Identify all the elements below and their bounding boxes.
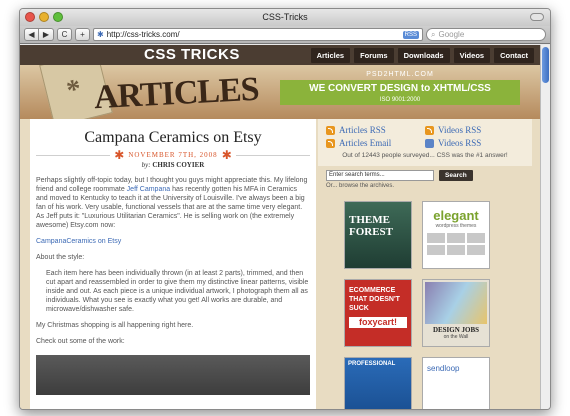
- url-text: http://css-tricks.com/: [106, 30, 180, 39]
- paragraph-intro: Perhaps slightly off-topic today, but I …: [36, 176, 310, 230]
- forward-button[interactable]: ▶: [39, 28, 54, 41]
- banner-title: ARTICLES: [93, 70, 260, 117]
- post-dateline: ✱ NOVEMBER 7TH, 2008 ✱: [36, 148, 310, 162]
- search-icon: ⌕: [431, 29, 436, 39]
- article: Campana Ceramics on Etsy ✱ NOVEMBER 7TH,…: [30, 119, 316, 409]
- window-controls: [25, 12, 63, 22]
- ad-foxycart[interactable]: ECOMMERCE THAT DOESN'T SUCK foxycart!: [344, 279, 412, 347]
- nav-forums[interactable]: Forums: [354, 47, 394, 63]
- etsy-shop-link[interactable]: CampanaCeramics on Etsy: [36, 237, 310, 246]
- sub-label: Articles Email: [339, 138, 392, 148]
- site-logo[interactable]: CSS TRICKS: [144, 46, 240, 63]
- ad-label: ECOMMERCE THAT DOESN'T SUCK: [349, 287, 400, 312]
- ad-design-jobs[interactable]: DESIGN JOBS on the Wall: [422, 279, 490, 347]
- post-date: NOVEMBER 7TH, 2008: [128, 151, 218, 159]
- browse-archives-link[interactable]: Or... browse the archives.: [326, 183, 524, 189]
- divider: [235, 154, 310, 156]
- ad-domain: PSD2HTML.COM: [366, 71, 434, 78]
- ad-iso: ISO 9001:2000: [280, 97, 520, 105]
- web-page: CSS TRICKS Articles Forums Downloads Vid…: [20, 45, 540, 409]
- site-header: CSS TRICKS Articles Forums Downloads Vid…: [20, 45, 540, 65]
- nav-downloads[interactable]: Downloads: [397, 47, 450, 63]
- back-button[interactable]: ◀: [24, 28, 39, 41]
- search-placeholder: Google: [438, 30, 465, 39]
- ad-label: sendloop: [427, 364, 460, 373]
- ceramics-photo: [36, 355, 310, 395]
- browser-window: CSS-Tricks ◀ ▶ C + ✱ http://css-tricks.c…: [19, 8, 551, 410]
- zoom-window-button[interactable]: [53, 12, 63, 22]
- articles-rss-link[interactable]: Articles RSS: [326, 125, 425, 135]
- nav-buttons: ◀ ▶: [24, 28, 54, 41]
- paragraph-shopping: My Christmas shopping is all happening r…: [36, 322, 194, 329]
- rss-icon: [326, 125, 335, 135]
- scrollbar-thumb[interactable]: [542, 47, 549, 83]
- header-ad[interactable]: PSD2HTML.COM WE CONVERT DESIGN to XHTML/…: [280, 71, 520, 105]
- close-window-button[interactable]: [25, 12, 35, 22]
- site-search: Enter search terms... Search Or... brows…: [318, 166, 532, 193]
- minimize-window-button[interactable]: [39, 12, 49, 22]
- site-search-button[interactable]: Search: [439, 170, 473, 181]
- ad-headline: WE CONVERT DESIGN to XHTML/CSS: [280, 80, 520, 97]
- articles-email-link[interactable]: Articles Email: [326, 138, 425, 148]
- video-icon: [425, 138, 434, 148]
- ad-professional[interactable]: PROFESSIONAL: [344, 357, 412, 409]
- ad-thumbnails: [423, 229, 489, 259]
- star-icon: ✱: [114, 148, 125, 162]
- sub-label: Videos RSS: [438, 125, 482, 135]
- author: CHRIS COYIER: [152, 161, 205, 169]
- byline: by: CHRIS COYIER: [36, 161, 310, 169]
- nav-articles[interactable]: Articles: [310, 47, 351, 63]
- paragraph-style: About the style:: [36, 254, 85, 261]
- jeff-campana-link[interactable]: Jeff Campana: [127, 186, 170, 193]
- ad-label: PROFESSIONAL: [348, 361, 396, 367]
- ad-label: THEME FOREST: [349, 214, 394, 238]
- sub-label: Videos RSS: [438, 138, 482, 148]
- vertical-scrollbar[interactable]: [540, 45, 550, 409]
- sidebar-ads: THEME FOREST elegant wordpress themes EC…: [318, 193, 532, 409]
- ad-image: [425, 282, 487, 324]
- post-title[interactable]: Campana Ceramics on Etsy: [36, 129, 310, 147]
- ad-elegant-themes[interactable]: elegant wordpress themes: [422, 201, 490, 269]
- subscription-box: Articles RSS Videos RSS Articles Email V…: [318, 119, 532, 166]
- site-search-input[interactable]: Enter search terms...: [326, 170, 434, 181]
- rss-badge[interactable]: RSS: [402, 30, 419, 39]
- browser-search-field[interactable]: ⌕ Google: [426, 28, 546, 41]
- title-bar: CSS-Tricks: [20, 9, 550, 26]
- add-bookmark-button[interactable]: +: [75, 28, 90, 41]
- sub-label: Articles RSS: [339, 125, 386, 135]
- blockquote: Each item here has been individually thr…: [46, 270, 309, 313]
- videos-itunes-link[interactable]: Videos RSS: [425, 138, 524, 148]
- reload-button[interactable]: C: [57, 28, 72, 41]
- nav-contact[interactable]: Contact: [494, 47, 534, 63]
- ad-label: elegant: [433, 208, 479, 223]
- site-favicon-icon: ✱: [97, 30, 104, 39]
- window-title: CSS-Tricks: [262, 12, 308, 22]
- page-banner: * ARTICLES PSD2HTML.COM WE CONVERT DESIG…: [20, 65, 540, 119]
- email-icon: [326, 138, 335, 148]
- sidebar: Articles RSS Videos RSS Articles Email V…: [318, 119, 532, 409]
- ad-sendloop[interactable]: sendloop: [422, 357, 490, 409]
- videos-rss-link[interactable]: Videos RSS: [425, 125, 524, 135]
- paragraph-check-out: Check out some of the work:: [36, 338, 125, 345]
- ad-sublabel: on the Wall: [443, 334, 469, 340]
- by-label: by:: [141, 161, 151, 169]
- star-icon: ✱: [221, 148, 232, 162]
- ad-label: DESIGN JOBS: [432, 326, 480, 334]
- survey-text: Out of 12443 people surveyed... CSS was …: [342, 152, 508, 159]
- nav-videos[interactable]: Videos: [453, 47, 491, 63]
- ad-themeforest[interactable]: THEME FOREST: [344, 201, 412, 269]
- toolbar-toggle-button[interactable]: [530, 13, 544, 21]
- browser-toolbar: ◀ ▶ C + ✱ http://css-tricks.com/ RSS ⌕ G…: [20, 26, 550, 44]
- address-bar[interactable]: ✱ http://css-tricks.com/ RSS: [93, 28, 423, 41]
- ad-brand: foxycart!: [349, 317, 407, 328]
- rss-icon: [425, 125, 434, 135]
- divider: [36, 154, 111, 156]
